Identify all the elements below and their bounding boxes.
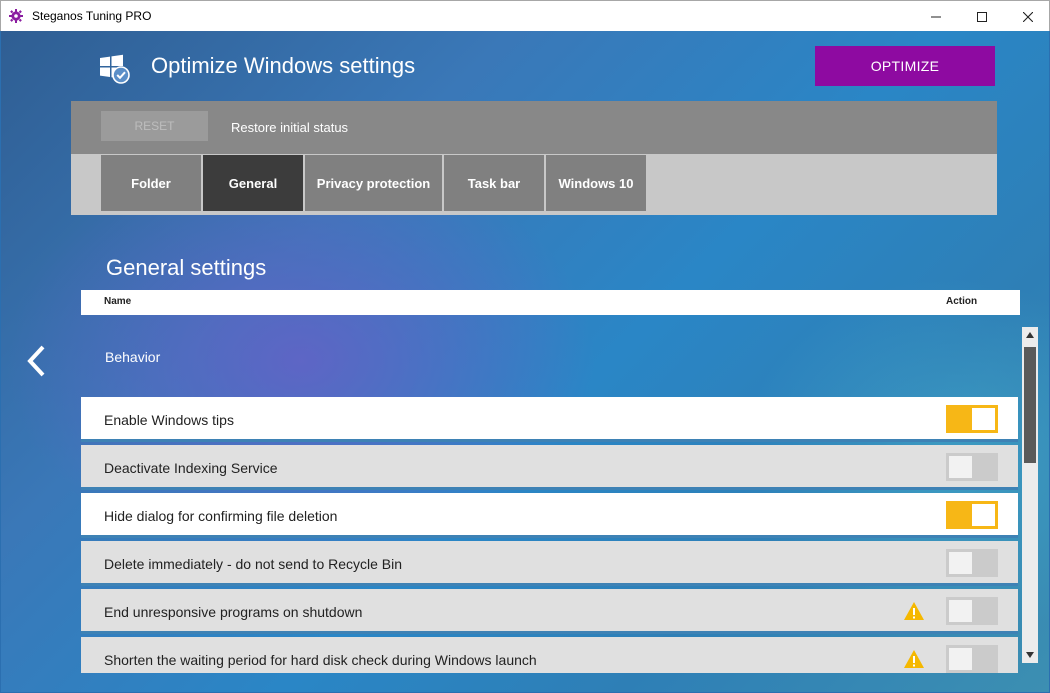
toggle-knob	[949, 456, 972, 478]
maximize-button[interactable]	[959, 1, 1005, 32]
restore-label: Restore initial status	[231, 120, 349, 135]
close-button[interactable]	[1005, 1, 1050, 32]
setting-row-hide-delete-dialog: Hide dialog for confirming file deletion	[81, 493, 1018, 538]
toggle-knob	[972, 504, 995, 526]
toggle-knob	[949, 600, 972, 622]
toggle-knob	[949, 648, 972, 670]
scroll-up-button[interactable]	[1022, 327, 1038, 343]
gear-icon	[9, 9, 23, 23]
column-header-action: Action	[946, 296, 978, 307]
column-header-name: Name	[104, 296, 132, 307]
reset-bar: RESET Restore initial status	[71, 101, 997, 154]
tab-general[interactable]: General	[203, 155, 303, 211]
setting-row-delete-immediately: Delete immediately - do not send to Recy…	[81, 541, 1018, 586]
toggle-switch[interactable]	[946, 453, 998, 481]
vertical-scrollbar[interactable]	[1022, 327, 1038, 663]
minimize-button[interactable]	[913, 1, 959, 32]
app-content: Optimize Windows settings OPTIMIZE RESET…	[1, 31, 1049, 692]
table-header: Name Action	[81, 290, 1020, 315]
reset-button[interactable]: RESET	[101, 111, 208, 141]
title-bar: Steganos Tuning PRO	[0, 0, 1050, 31]
page-title: Optimize Windows settings	[151, 53, 416, 78]
setting-label: Delete immediately - do not send to Recy…	[104, 556, 403, 572]
toggle-switch[interactable]	[946, 597, 998, 625]
warning-icon	[904, 602, 924, 620]
tab-task-bar[interactable]: Task bar	[444, 155, 544, 211]
setting-row-enable-windows-tips: Enable Windows tips	[81, 397, 1018, 442]
setting-row-end-unresponsive: End unresponsive programs on shutdown	[81, 589, 1018, 634]
toggle-switch[interactable]	[946, 405, 998, 433]
toggle-switch[interactable]	[946, 501, 998, 529]
toggle-switch[interactable]	[946, 645, 998, 673]
toggle-knob	[949, 552, 972, 574]
setting-label: End unresponsive programs on shutdown	[104, 604, 363, 620]
setting-label: Shorten the waiting period for hard disk…	[104, 652, 537, 668]
window-title: Steganos Tuning PRO	[32, 9, 152, 23]
toggle-knob	[972, 408, 995, 430]
chevron-left-icon[interactable]	[25, 344, 49, 378]
warning-icon	[904, 650, 924, 668]
scroll-down-button[interactable]	[1022, 647, 1038, 663]
optimize-button[interactable]: OPTIMIZE	[815, 46, 995, 86]
toggle-switch[interactable]	[946, 549, 998, 577]
scroll-thumb[interactable]	[1024, 347, 1036, 463]
setting-row-shorten-disk-check: Shorten the waiting period for hard disk…	[81, 637, 1018, 673]
tab-windows-10[interactable]: Windows 10	[546, 155, 646, 211]
setting-label: Enable Windows tips	[104, 412, 234, 428]
tab-folder[interactable]: Folder	[101, 155, 201, 211]
section-title: General settings	[106, 255, 267, 280]
setting-label: Deactivate Indexing Service	[104, 460, 278, 476]
setting-label: Hide dialog for confirming file deletion	[104, 508, 338, 524]
setting-row-deactivate-indexing: Deactivate Indexing Service	[81, 445, 1018, 490]
windows-check-icon	[100, 54, 130, 84]
settings-list: Behavior Enable Windows tips Deactivate …	[81, 327, 1020, 673]
tab-bar: Folder General Privacy protection Task b…	[71, 154, 997, 215]
group-label: Behavior	[105, 349, 161, 365]
tab-privacy-protection[interactable]: Privacy protection	[305, 155, 442, 211]
